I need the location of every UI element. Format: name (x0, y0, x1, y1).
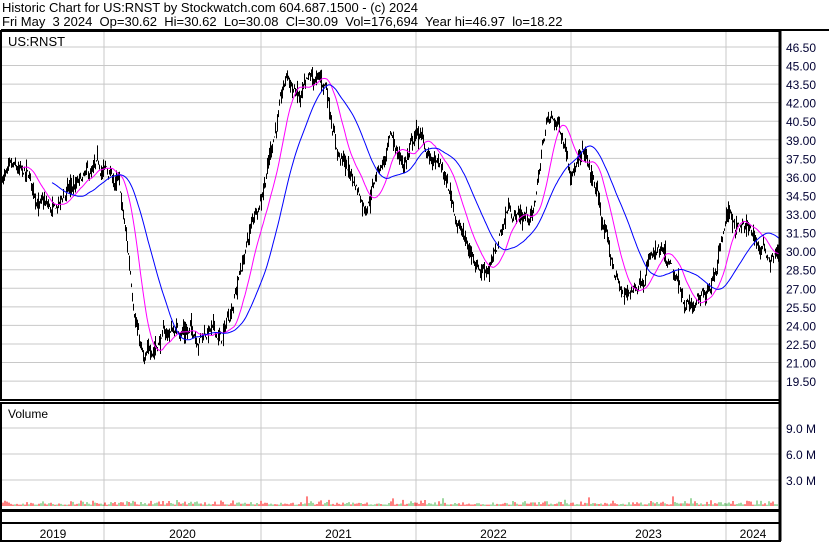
price-tick-label: 43.50 (786, 78, 816, 92)
price-tick-label: 45.00 (786, 60, 816, 74)
year-label: 2023 (635, 527, 662, 541)
price-tick-label: 25.50 (786, 301, 816, 315)
year-label: 2020 (169, 527, 196, 541)
price-tick-label: 37.50 (786, 152, 816, 166)
price-tick-label: 27.00 (786, 282, 816, 296)
price-tick-label: 40.50 (786, 115, 816, 129)
volume-tick-label: 6.0 M (786, 448, 816, 462)
year-label: 2024 (740, 527, 767, 541)
price-tick-label: 19.50 (786, 375, 816, 389)
price-tick-label: 42.00 (786, 97, 816, 111)
volume-tick-label: 9.0 M (786, 422, 816, 436)
price-tick-label: 28.50 (786, 264, 816, 278)
price-tick-label: 46.50 (786, 41, 816, 55)
time-axis-frame (0, 510, 781, 542)
year-label: 2021 (325, 527, 352, 541)
price-panel-frame (0, 30, 781, 401)
price-tick-label: 24.00 (786, 319, 816, 333)
price-tick-label: 30.00 (786, 245, 816, 259)
price-tick-label: 34.50 (786, 189, 816, 203)
volume-panel-frame (0, 402, 781, 511)
price-tick-label: 39.00 (786, 134, 816, 148)
year-label: 2019 (40, 527, 67, 541)
volume-tick-label: 3.0 M (786, 474, 816, 488)
stock-chart: 46.50 45.00 43.50 42.00 40.50 39.00 37.50 36.00… (0, 29, 829, 542)
price-tick-label: 33.00 (786, 208, 816, 222)
price-tick-label: 21.00 (786, 357, 816, 371)
year-label: 2022 (480, 527, 507, 541)
price-tick-label: 22.50 (786, 338, 816, 352)
volume-label: Volume (8, 407, 48, 421)
symbol-label: US:RNST (8, 34, 65, 49)
price-tick-label: 31.50 (786, 227, 816, 241)
price-tick-label: 36.00 (786, 171, 816, 185)
